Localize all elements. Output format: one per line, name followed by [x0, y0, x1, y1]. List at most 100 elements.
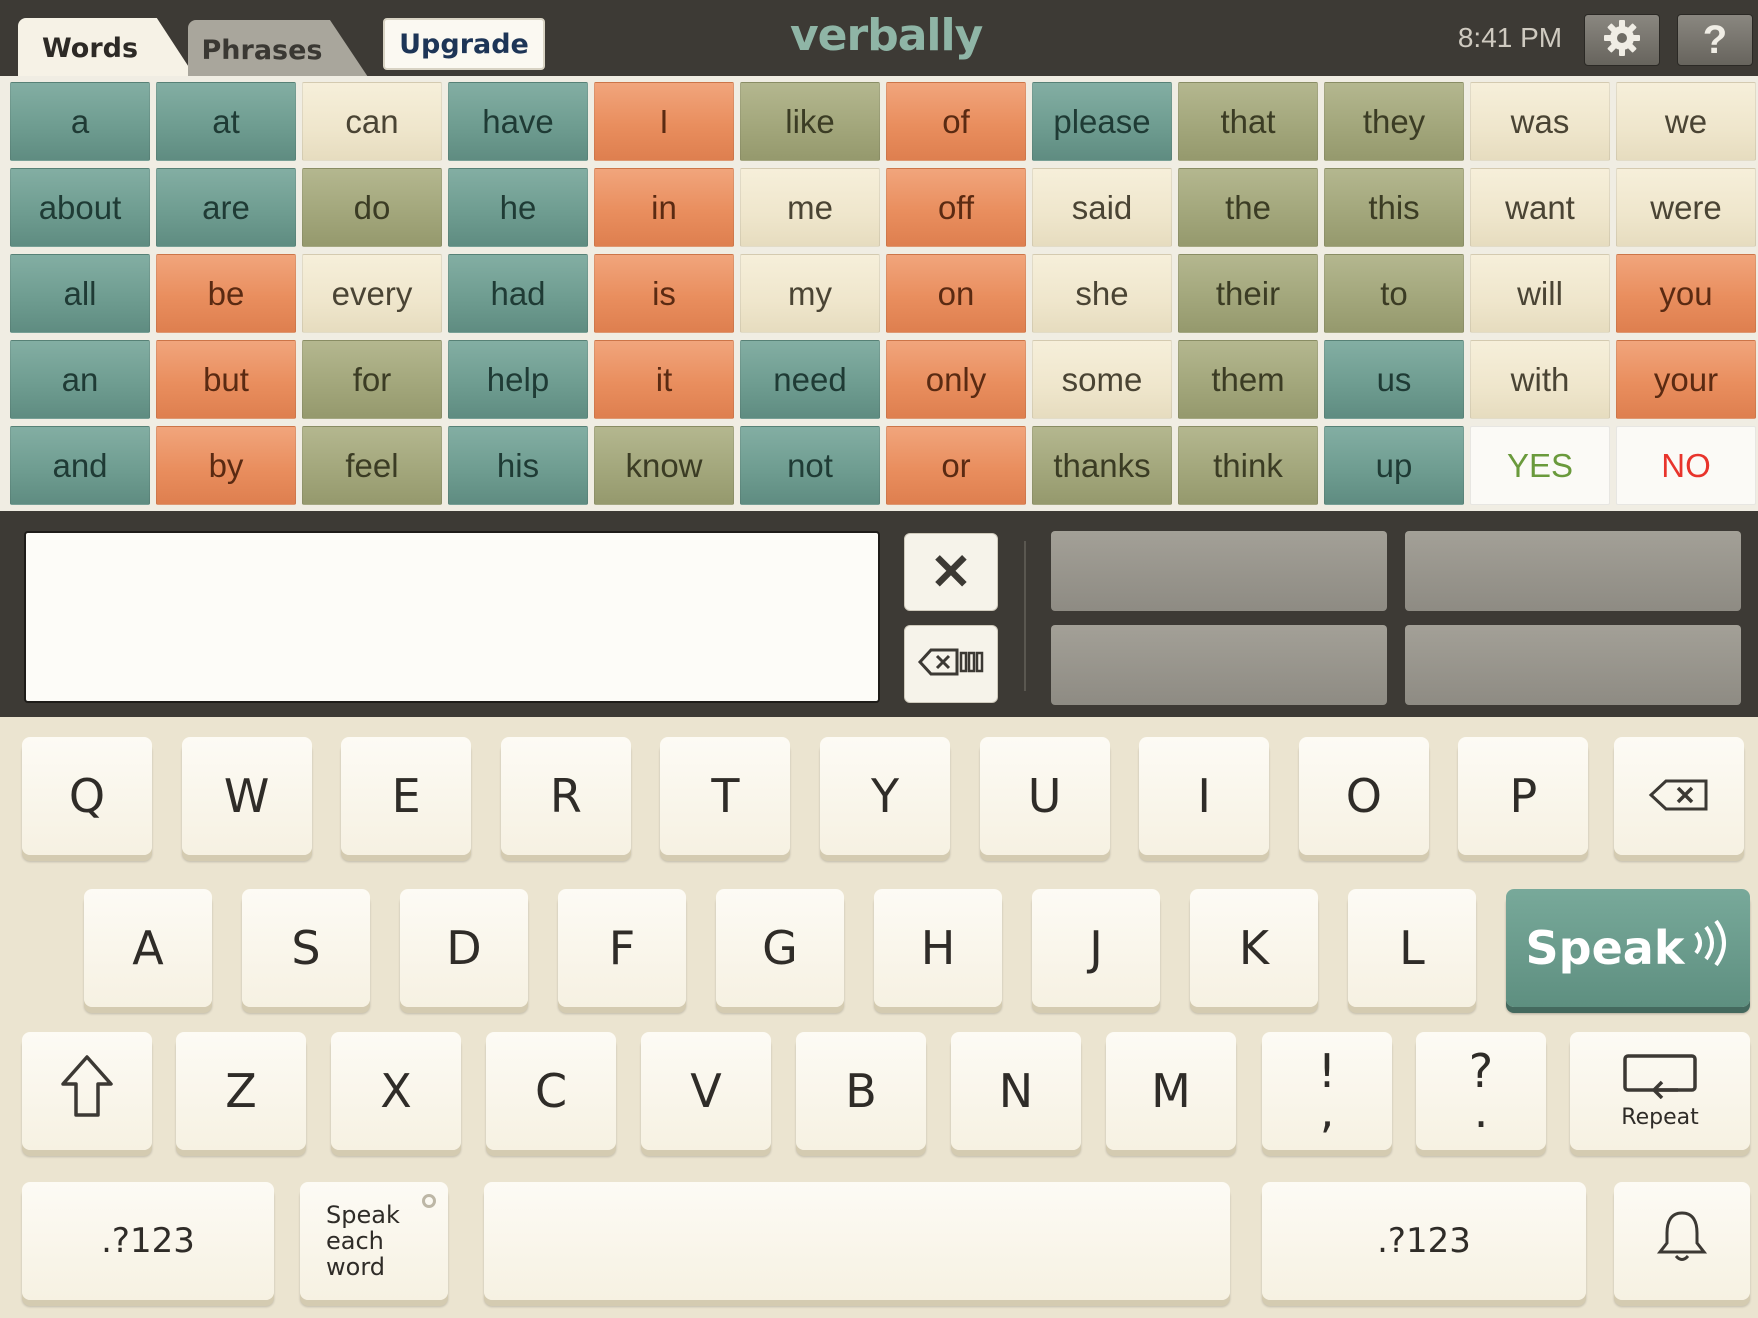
backspace-word-button[interactable]	[904, 625, 998, 703]
key-c[interactable]: C	[486, 1032, 616, 1150]
shift-key[interactable]	[22, 1032, 152, 1150]
word-button[interactable]: help	[448, 340, 588, 419]
word-button[interactable]: is	[594, 254, 734, 333]
word-button[interactable]: for	[302, 340, 442, 419]
word-button[interactable]: have	[448, 82, 588, 161]
key-i[interactable]: I	[1139, 737, 1270, 855]
word-button[interactable]: NO	[1616, 426, 1756, 505]
word-button[interactable]: this	[1324, 168, 1464, 247]
key-exclaim-comma[interactable]: ! ,	[1262, 1032, 1392, 1150]
word-button[interactable]: with	[1470, 340, 1610, 419]
help-button[interactable]: ?	[1677, 14, 1753, 66]
speak-each-word-toggle[interactable]: Speak each word	[300, 1182, 448, 1300]
key-w[interactable]: W	[181, 737, 312, 855]
word-button[interactable]: want	[1470, 168, 1610, 247]
word-button[interactable]: we	[1616, 82, 1756, 161]
word-button[interactable]: to	[1324, 254, 1464, 333]
word-button[interactable]: not	[740, 426, 880, 505]
key-a[interactable]: A	[84, 889, 212, 1007]
word-button[interactable]: by	[156, 426, 296, 505]
word-button[interactable]: only	[886, 340, 1026, 419]
numbers-key-left[interactable]: .?123	[22, 1182, 274, 1300]
word-button[interactable]: had	[448, 254, 588, 333]
tab-phrases[interactable]: Phrases	[188, 20, 370, 80]
word-button[interactable]: them	[1178, 340, 1318, 419]
word-button[interactable]: you	[1616, 254, 1756, 333]
word-button[interactable]: their	[1178, 254, 1318, 333]
key-t[interactable]: T	[660, 737, 791, 855]
key-s[interactable]: S	[242, 889, 370, 1007]
saved-slot-3[interactable]	[1051, 625, 1387, 705]
word-button[interactable]: your	[1616, 340, 1756, 419]
numbers-key-right[interactable]: .?123	[1262, 1182, 1586, 1300]
word-button[interactable]: were	[1616, 168, 1756, 247]
key-y[interactable]: Y	[820, 737, 950, 855]
word-button[interactable]: my	[740, 254, 880, 333]
word-button[interactable]: it	[594, 340, 734, 419]
backspace-key[interactable]	[1614, 737, 1744, 855]
key-p[interactable]: P	[1458, 737, 1589, 855]
word-button[interactable]: up	[1324, 426, 1464, 505]
tab-words[interactable]: Words	[18, 18, 196, 78]
key-v[interactable]: V	[641, 1032, 771, 1150]
saved-slot-4[interactable]	[1405, 625, 1741, 705]
saved-slot-2[interactable]	[1405, 531, 1741, 611]
key-n[interactable]: N	[951, 1032, 1081, 1150]
word-button[interactable]: think	[1178, 426, 1318, 505]
word-button[interactable]: YES	[1470, 426, 1610, 505]
word-button[interactable]: us	[1324, 340, 1464, 419]
key-e[interactable]: E	[341, 737, 472, 855]
word-button[interactable]: but	[156, 340, 296, 419]
word-button[interactable]: the	[1178, 168, 1318, 247]
word-button[interactable]: off	[886, 168, 1026, 247]
space-bar[interactable]	[484, 1182, 1230, 1300]
word-button[interactable]: can	[302, 82, 442, 161]
word-button[interactable]: all	[10, 254, 150, 333]
saved-slot-1[interactable]	[1051, 531, 1387, 611]
word-button[interactable]: and	[10, 426, 150, 505]
word-button[interactable]: be	[156, 254, 296, 333]
key-r[interactable]: R	[500, 737, 631, 855]
key-l[interactable]: L	[1348, 889, 1476, 1007]
word-button[interactable]: or	[886, 426, 1026, 505]
key-j[interactable]: J	[1032, 889, 1160, 1007]
word-button[interactable]: he	[448, 168, 588, 247]
key-h[interactable]: H	[874, 889, 1002, 1007]
key-k[interactable]: K	[1190, 889, 1318, 1007]
key-z[interactable]: Z	[176, 1032, 306, 1150]
key-o[interactable]: O	[1298, 737, 1429, 855]
message-text-box[interactable]	[24, 531, 880, 703]
word-button[interactable]: an	[10, 340, 150, 419]
key-d[interactable]: D	[400, 889, 528, 1007]
word-button[interactable]: they	[1324, 82, 1464, 161]
key-q[interactable]: Q	[22, 737, 152, 855]
word-button[interactable]: feel	[302, 426, 442, 505]
word-button[interactable]: will	[1470, 254, 1610, 333]
word-button[interactable]: I	[594, 82, 734, 161]
word-button[interactable]: are	[156, 168, 296, 247]
word-button[interactable]: at	[156, 82, 296, 161]
word-button[interactable]: she	[1032, 254, 1172, 333]
word-button[interactable]: of	[886, 82, 1026, 161]
word-button[interactable]: please	[1032, 82, 1172, 161]
word-button[interactable]: know	[594, 426, 734, 505]
key-b[interactable]: B	[796, 1032, 926, 1150]
word-button[interactable]: every	[302, 254, 442, 333]
word-button[interactable]: that	[1178, 82, 1318, 161]
alert-bell-button[interactable]	[1614, 1182, 1750, 1300]
key-x[interactable]: X	[331, 1032, 461, 1150]
word-button[interactable]: some	[1032, 340, 1172, 419]
word-button[interactable]: about	[10, 168, 150, 247]
settings-button[interactable]	[1584, 14, 1660, 66]
word-button[interactable]: do	[302, 168, 442, 247]
clear-message-button[interactable]: ✕	[904, 533, 998, 611]
word-button[interactable]: like	[740, 82, 880, 161]
word-button[interactable]: his	[448, 426, 588, 505]
word-button[interactable]: a	[10, 82, 150, 161]
key-f[interactable]: F	[558, 889, 686, 1007]
word-button[interactable]: me	[740, 168, 880, 247]
key-m[interactable]: M	[1106, 1032, 1236, 1150]
speak-button[interactable]: Speak	[1506, 889, 1750, 1007]
key-u[interactable]: U	[979, 737, 1110, 855]
word-button[interactable]: on	[886, 254, 1026, 333]
